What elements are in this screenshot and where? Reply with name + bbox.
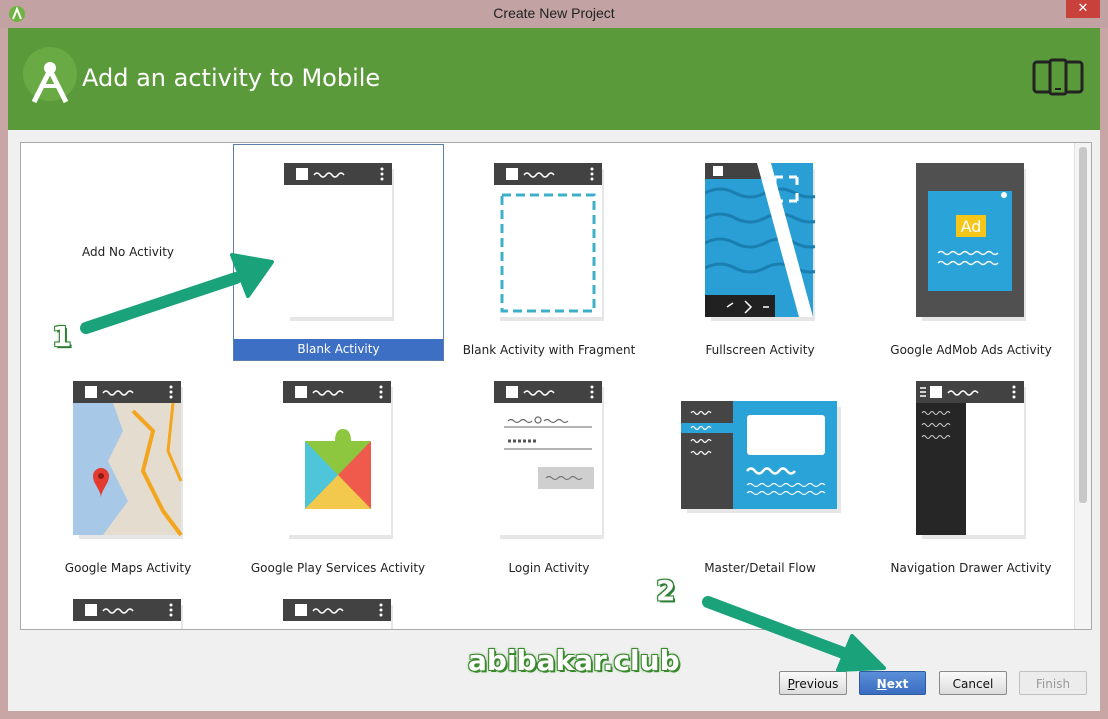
partial-thumbnail [283, 599, 393, 629]
blank-fragment-thumbnail [494, 163, 604, 321]
mnemonic: P [787, 677, 795, 691]
window-titlebar: Create New Project ✕ [0, 0, 1108, 28]
android-studio-logo-icon [23, 47, 77, 104]
tile-label: Google Play Services Activity [250, 561, 426, 575]
play-services-thumbnail [283, 381, 393, 539]
cancel-button[interactable]: Cancel [939, 671, 1007, 695]
tile-label: Blank Activity [234, 339, 443, 360]
maps-thumbnail [73, 381, 183, 539]
navigation-drawer-thumbnail [916, 381, 1026, 539]
tile-label: Add No Activity [81, 245, 175, 259]
activity-gallery: Add No Activity Blank Activity Blank Act… [20, 142, 1092, 630]
tile-google-play-services-activity[interactable]: Google Play Services Activity [233, 363, 443, 579]
tile-label: Navigation Drawer Activity [890, 561, 1052, 575]
step-2-marker: 2 [656, 574, 676, 607]
tile-google-maps-activity[interactable]: Google Maps Activity [23, 363, 233, 579]
tile-label: Blank Activity with Fragment [462, 343, 636, 357]
tile-label: Fullscreen Activity [705, 343, 815, 357]
gallery-scrollbar[interactable] [1074, 143, 1091, 629]
step-1-marker: 1 [52, 320, 72, 353]
partial-thumbnail [73, 599, 183, 629]
close-button[interactable]: ✕ [1066, 0, 1100, 18]
admob-thumbnail: Ad [916, 163, 1026, 321]
tile-label: Login Activity [508, 561, 590, 575]
tile-master-detail-flow[interactable]: Master/Detail Flow [655, 363, 865, 579]
fullscreen-thumbnail [705, 163, 815, 321]
button-label: ext [886, 677, 909, 691]
wizard-header: Add an activity to Mobile [8, 28, 1100, 130]
tile-blank-activity-with-fragment[interactable]: Blank Activity with Fragment [444, 145, 654, 361]
device-form-factor-icon [1032, 58, 1084, 96]
tile-label: Google AdMob Ads Activity [890, 343, 1052, 357]
login-thumbnail [494, 381, 604, 539]
window-title: Create New Project [493, 5, 615, 21]
tile-label: Master/Detail Flow [704, 561, 816, 575]
tile-login-activity[interactable]: Login Activity [444, 363, 654, 579]
page-title: Add an activity to Mobile [82, 64, 381, 92]
tile-navigation-drawer-activity[interactable]: Navigation Drawer Activity [866, 363, 1076, 579]
watermark: abibakar.club [468, 644, 680, 677]
next-button[interactable]: Next [859, 671, 926, 695]
create-project-dialog: Add an activity to Mobile Add No Activit… [8, 28, 1100, 711]
master-detail-thumbnail [681, 401, 841, 513]
previous-button[interactable]: Previous [779, 671, 847, 695]
blank-activity-thumbnail [284, 163, 394, 321]
tile-fullscreen-activity[interactable]: Fullscreen Activity [655, 145, 865, 361]
ad-badge: Ad [961, 217, 982, 236]
scrollbar-thumb[interactable] [1079, 147, 1087, 503]
finish-button[interactable]: Finish [1019, 671, 1087, 695]
tile-blank-activity[interactable]: Blank Activity [233, 144, 444, 361]
button-label: revious [794, 677, 839, 691]
mnemonic: N [876, 677, 887, 691]
tile-google-admob-ads-activity[interactable]: Ad Google AdMob Ads Activity [866, 145, 1076, 361]
tile-label: Google Maps Activity [64, 561, 192, 575]
